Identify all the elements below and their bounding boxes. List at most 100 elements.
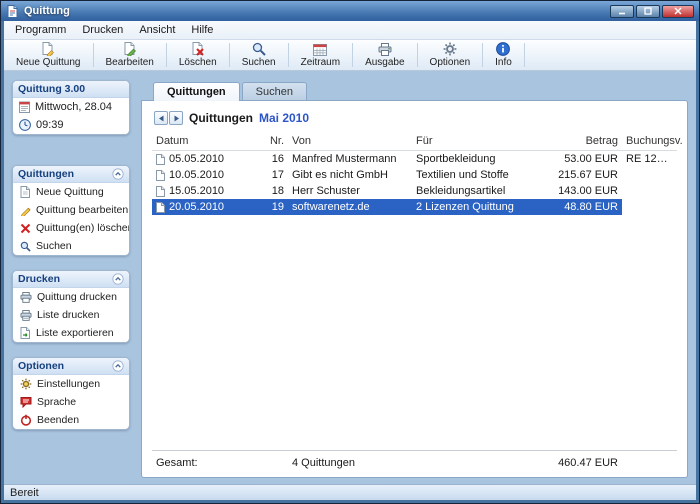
tabbar: Quittungen Suchen [141, 80, 688, 100]
sidebar-item-label: Sprache [37, 396, 76, 408]
period-link[interactable]: Mai 2010 [259, 111, 309, 125]
tool-label: Zeitraum [301, 57, 340, 68]
sidebar: Quittung 3.00 Mittwoch, 28.04 09:39 Quit… [12, 80, 130, 478]
output-button[interactable]: Ausgabe [355, 40, 414, 70]
calendar-icon [313, 42, 327, 56]
receipts-table: Datum Nr. Von Für Betrag Buchungsv. 05.0… [152, 133, 677, 215]
column-header-buchungsv[interactable]: Buchungsv. [622, 133, 677, 151]
toolbar-separator [288, 43, 289, 67]
period-button[interactable]: Zeitraum [291, 40, 350, 70]
edit-button[interactable]: Bearbeiten [96, 40, 164, 70]
toolbar-separator [166, 43, 167, 67]
collapse-button[interactable] [111, 168, 124, 181]
sidebar-item-liste-exportieren[interactable]: Liste exportieren [13, 324, 129, 342]
table-cell [622, 183, 677, 199]
table-cell: Textilien und Stoffe [412, 167, 542, 183]
calendar-page-icon [19, 101, 30, 113]
table-cell: 2 Lizenzen Quittung [412, 199, 542, 215]
receipt-doc-icon [156, 202, 165, 213]
minimize-button[interactable] [610, 5, 634, 18]
sidebar-item-beenden[interactable]: Beenden [13, 411, 129, 429]
list-heading: Quittungen [189, 111, 253, 125]
sidebar-item-label: Suchen [36, 240, 72, 252]
column-header-betrag[interactable]: Betrag [542, 133, 622, 151]
section-header-optionen: Optionen [13, 358, 129, 375]
search-button[interactable]: Suchen [232, 40, 286, 70]
sidebar-section-drucken: Drucken Quittung drucken Liste drucken L… [12, 270, 130, 343]
table-cell: Bekleidungsartikel [412, 183, 542, 199]
footer-total: 460.47 EUR [542, 455, 622, 471]
table-cell: softwarenetz.de [288, 199, 412, 215]
tool-label: Optionen [430, 57, 471, 68]
table-cell: 48.80 EUR [542, 199, 622, 215]
tool-label: Neue Quittung [16, 57, 81, 68]
sidebar-item-neue-quittung[interactable]: Neue Quittung [13, 183, 129, 201]
tool-label: Ausgabe [365, 57, 404, 68]
menu-hilfe[interactable]: Hilfe [183, 22, 221, 38]
tab-quittungen[interactable]: Quittungen [153, 82, 240, 101]
maximize-button[interactable] [636, 5, 660, 18]
toolbar-separator [229, 43, 230, 67]
sidebar-item-label: Quittung(en) löschen [36, 222, 130, 234]
tool-label: Bearbeiten [106, 57, 154, 68]
receipt-doc-icon [156, 154, 165, 165]
table-row[interactable]: 15.05.2010 18 Herr Schuster Bekleidungsa… [152, 183, 677, 199]
export-icon [20, 327, 31, 339]
toolbar-separator [352, 43, 353, 67]
clock-icon [19, 119, 31, 131]
sidebar-item-label: Quittung drucken [37, 291, 117, 303]
app-version-label: Quittung 3.00 [18, 83, 85, 95]
section-header-drucken: Drucken [13, 271, 129, 288]
info-button[interactable]: Info [485, 40, 522, 70]
sidebar-item-label: Einstellungen [37, 378, 100, 390]
new-receipt-icon [41, 42, 55, 56]
options-button[interactable]: Optionen [420, 40, 481, 70]
sidebar-item-liste-drucken[interactable]: Liste drucken [13, 306, 129, 324]
column-header-von[interactable]: Von [288, 133, 412, 151]
close-button[interactable] [662, 5, 694, 18]
table-cell: Gibt es nicht GmbH [288, 167, 412, 183]
table-cell: 19 [252, 199, 288, 215]
table-cell: Sportbekleidung [412, 151, 542, 168]
prev-month-button[interactable] [154, 111, 168, 125]
app-window: Quittung Programm Drucken Ansicht Hilfe … [0, 0, 700, 504]
tool-label: Suchen [242, 57, 276, 68]
statusbar: Bereit [4, 484, 696, 500]
search-icon [252, 42, 266, 56]
collapse-button[interactable] [111, 273, 124, 286]
sidebar-section-optionen: Optionen Einstellungen Sprache Beenden [12, 357, 130, 430]
sidebar-item-label: Quittung bearbeiten [36, 204, 128, 216]
sidebar-item-quittung-drucken[interactable]: Quittung drucken [13, 288, 129, 306]
sidebar-item-label: Liste drucken [37, 309, 99, 321]
sidebar-item-quittungen-loeschen[interactable]: Quittung(en) löschen [13, 219, 129, 237]
tool-label: Info [495, 57, 512, 68]
column-header-nr[interactable]: Nr. [252, 133, 288, 151]
sidebar-item-sprache[interactable]: Sprache [13, 393, 129, 411]
table-row[interactable]: 20.05.2010 19 softwarenetz.de 2 Lizenzen… [152, 199, 677, 215]
heading-row: Quittungen Mai 2010 [152, 107, 677, 133]
edit-icon [20, 204, 31, 216]
toolbar-separator [482, 43, 483, 67]
table-row[interactable]: 10.05.2010 17 Gibt es nicht GmbH Textili… [152, 167, 677, 183]
sidebar-item-einstellungen[interactable]: Einstellungen [13, 375, 129, 393]
sidebar-item-quittung-bearbeiten[interactable]: Quittung bearbeiten [13, 201, 129, 219]
new-receipt-button[interactable]: Neue Quittung [6, 40, 91, 70]
table-cell: Herr Schuster [288, 183, 412, 199]
table-header-row: Datum Nr. Von Für Betrag Buchungsv. [152, 133, 677, 151]
next-month-button[interactable] [169, 111, 183, 125]
column-header-fuer[interactable]: Für [412, 133, 542, 151]
section-title: Quittungen [18, 168, 74, 180]
menu-drucken[interactable]: Drucken [74, 22, 131, 38]
table-cell: 05.05.2010 [169, 153, 224, 165]
sidebar-item-suchen[interactable]: Suchen [13, 237, 129, 255]
table-row[interactable]: 05.05.2010 16 Manfred Mustermann Sportbe… [152, 151, 677, 168]
column-header-datum[interactable]: Datum [152, 133, 252, 151]
language-icon [20, 396, 32, 408]
tools-icon [443, 42, 457, 56]
titlebar[interactable]: Quittung [1, 1, 699, 21]
delete-button[interactable]: Löschen [169, 40, 227, 70]
menu-ansicht[interactable]: Ansicht [131, 22, 183, 38]
collapse-button[interactable] [111, 360, 124, 373]
menu-programm[interactable]: Programm [7, 22, 74, 38]
tab-suchen[interactable]: Suchen [242, 82, 307, 100]
